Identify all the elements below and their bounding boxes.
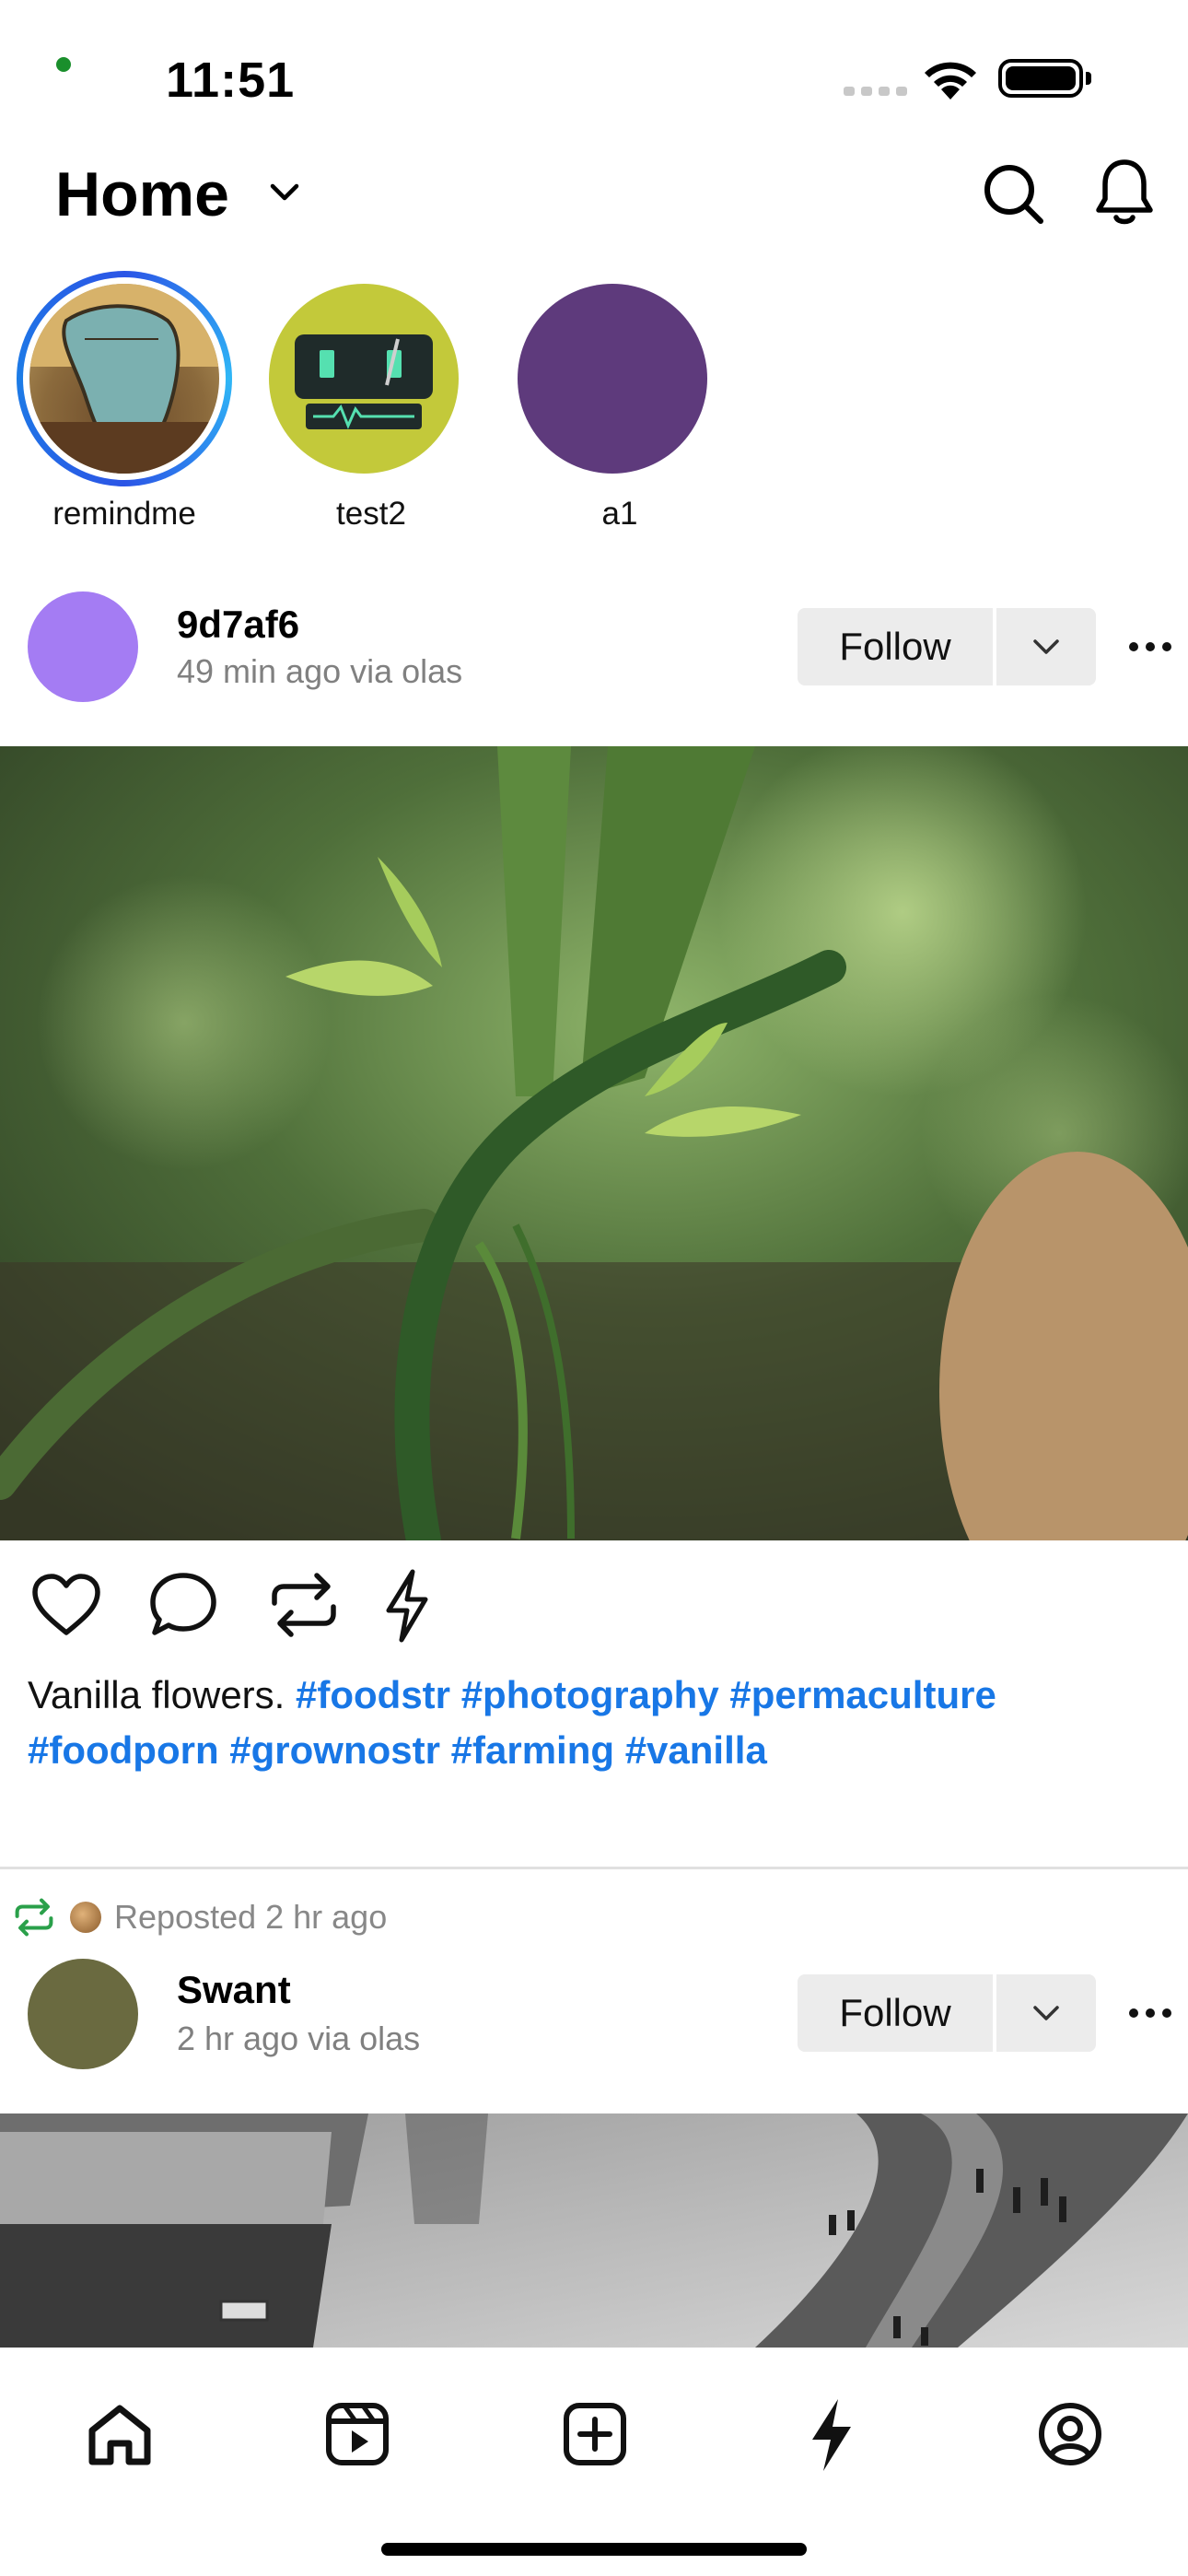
cellular-signal-icon bbox=[844, 87, 907, 96]
story-avatar bbox=[29, 284, 219, 474]
more-options-icon[interactable] bbox=[1129, 642, 1171, 651]
page-title[interactable]: Home bbox=[55, 158, 229, 230]
more-options-icon[interactable] bbox=[1129, 2008, 1171, 2018]
camera-indicator-dot bbox=[56, 57, 71, 72]
post-author-name[interactable]: 9d7af6 bbox=[177, 603, 299, 647]
post-meta: 49 min ago via olas bbox=[177, 652, 463, 690]
follow-options-button[interactable] bbox=[996, 1974, 1096, 2052]
story-ring-unseen bbox=[17, 271, 232, 486]
create-post-plus-icon[interactable] bbox=[562, 2401, 628, 2467]
caption-text: Vanilla flowers. bbox=[28, 1673, 285, 1716]
bell-icon[interactable] bbox=[1094, 157, 1155, 228]
zaps-lightning-icon[interactable] bbox=[807, 2397, 856, 2473]
zap-lightning-icon[interactable] bbox=[381, 1568, 433, 1644]
story-label: a1 bbox=[601, 496, 638, 532]
follow-button[interactable]: Follow bbox=[798, 1974, 993, 2052]
hashtag-link[interactable]: #photography bbox=[461, 1673, 719, 1716]
story-label: remindme bbox=[52, 496, 196, 532]
repost-icon bbox=[15, 1898, 53, 1937]
repost-indicator: Reposted 2 hr ago bbox=[13, 1898, 387, 1937]
post-image-vanilla-flowers[interactable] bbox=[0, 746, 1188, 1540]
chevron-down-icon bbox=[1033, 639, 1059, 654]
hashtag-link[interactable]: #farming bbox=[451, 1728, 614, 1772]
reposter-avatar[interactable] bbox=[70, 1902, 101, 1933]
home-indicator bbox=[381, 2543, 807, 2556]
profile-icon[interactable] bbox=[1037, 2401, 1103, 2467]
home-icon[interactable] bbox=[87, 2403, 153, 2467]
post-author-name[interactable]: Swant bbox=[177, 1968, 291, 2012]
post-author-avatar[interactable] bbox=[28, 591, 138, 702]
reels-video-icon[interactable] bbox=[324, 2401, 390, 2467]
chevron-down-icon[interactable] bbox=[269, 182, 300, 203]
hashtag-link[interactable]: #permaculture bbox=[729, 1673, 996, 1716]
story-a1[interactable]: a1 bbox=[505, 271, 735, 533]
follow-button[interactable]: Follow bbox=[798, 608, 993, 685]
comment-icon[interactable] bbox=[147, 1570, 219, 1640]
post-caption: Vanilla flowers. #foodstr #photography #… bbox=[28, 1668, 1170, 1778]
post-author-avatar[interactable] bbox=[28, 1959, 138, 2069]
wifi-icon bbox=[925, 62, 976, 100]
hashtag-link[interactable]: #vanilla bbox=[625, 1728, 767, 1772]
story-label: test2 bbox=[336, 496, 406, 532]
status-time: 11:51 bbox=[166, 53, 296, 108]
follow-group: Follow bbox=[798, 608, 1096, 685]
battery-icon bbox=[998, 59, 1091, 98]
story-avatar bbox=[269, 284, 459, 474]
follow-options-button[interactable] bbox=[996, 608, 1096, 685]
search-icon[interactable] bbox=[982, 162, 1046, 227]
story-avatar bbox=[518, 284, 707, 474]
repost-icon[interactable] bbox=[267, 1572, 341, 1638]
repost-text: Reposted 2 hr ago bbox=[114, 1898, 388, 1936]
hashtag-link[interactable]: #grownostr bbox=[229, 1728, 440, 1772]
post-meta: 2 hr ago via olas bbox=[177, 2020, 421, 2057]
hashtag-link[interactable]: #foodporn bbox=[28, 1728, 219, 1772]
story-remindme[interactable]: remindme bbox=[9, 271, 239, 533]
post-image-riverside[interactable] bbox=[0, 2113, 1188, 2348]
story-test2[interactable]: test2 bbox=[256, 271, 486, 533]
chevron-down-icon bbox=[1033, 2006, 1059, 2020]
like-heart-icon[interactable] bbox=[29, 1572, 103, 1638]
follow-group: Follow bbox=[798, 1974, 1096, 2052]
hashtag-link[interactable]: #foodstr bbox=[296, 1673, 450, 1716]
bottom-navigation bbox=[0, 2348, 1188, 2576]
post-divider bbox=[0, 1867, 1188, 1869]
